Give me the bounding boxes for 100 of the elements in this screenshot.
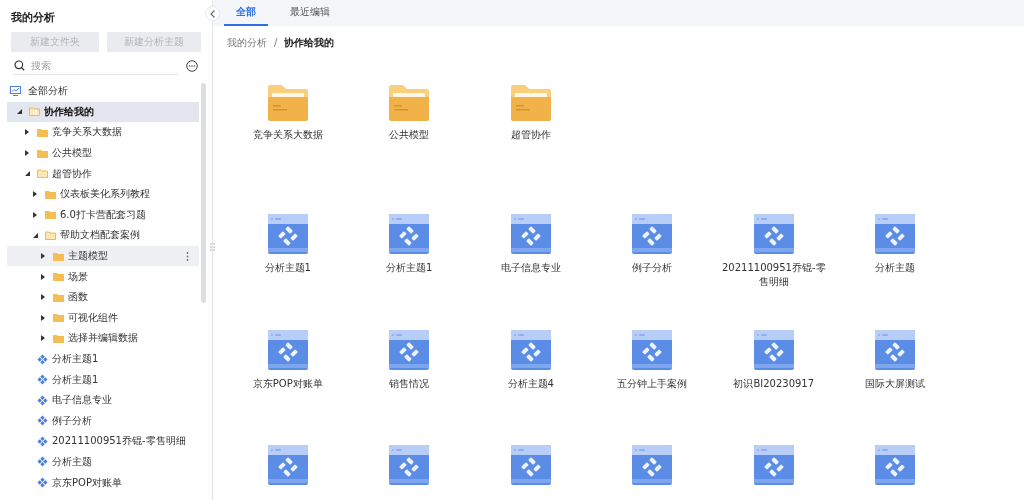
diamond-icon (37, 435, 48, 447)
folder-icon (53, 313, 64, 323)
tab[interactable]: 最近编辑 (278, 0, 342, 26)
diamond-icon (37, 456, 48, 468)
tree-item[interactable]: 例子分析 (7, 410, 199, 432)
dashboard-file-icon[interactable] (875, 329, 916, 370)
drag-handle-icon[interactable] (210, 243, 215, 251)
folder-name[interactable]: 竞争关系大数据 (252, 128, 323, 142)
folder-icon (37, 169, 48, 179)
tree-item[interactable]: 函数 (7, 286, 199, 308)
tree-item[interactable]: 电子信息专业 (7, 389, 199, 411)
dashboard-file-icon[interactable] (389, 445, 430, 485)
folder-icon[interactable] (267, 85, 308, 121)
breadcrumb-item[interactable]: 我的分析 (227, 36, 267, 50)
folder-icon (53, 333, 64, 343)
search-icon (14, 60, 25, 71)
tree-item[interactable]: 协作给我的 (7, 101, 199, 123)
collapse-arrow-icon[interactable] (33, 232, 38, 238)
dashboard-file-icon[interactable] (753, 214, 794, 254)
dashboard-file-icon[interactable] (267, 214, 308, 254)
collapse-arrow-icon[interactable] (25, 171, 30, 177)
analysis-name[interactable]: 电子信息专业 (500, 261, 561, 275)
folder-icon (53, 292, 64, 302)
analysis-name[interactable]: 五分钟上手案例 (617, 376, 688, 391)
analysis-name[interactable]: 分析主题 (875, 261, 916, 275)
tree-item[interactable]: 分析主题 (7, 451, 199, 473)
diamond-icon (37, 374, 48, 386)
folder-icon[interactable] (389, 85, 430, 121)
folder-icon (37, 148, 48, 158)
tree-item[interactable]: 可视化组件 (7, 307, 199, 329)
shared-folder-icon (29, 107, 40, 117)
dashboard-file-icon[interactable] (267, 445, 308, 485)
sidebar-title: 我的分析 (10, 10, 56, 26)
expand-arrow-icon[interactable] (41, 335, 45, 342)
tree-item[interactable]: 选择并编辑数据 (7, 328, 199, 349)
monitor-chart-icon (10, 86, 21, 97)
dashboard-file-icon[interactable] (510, 329, 551, 370)
tree-item[interactable]: 竞争关系大数据 (7, 122, 199, 143)
tree-item[interactable]: 6.0打卡营配套习题 (7, 204, 199, 226)
expand-arrow-icon[interactable] (41, 273, 45, 280)
dashboard-file-icon[interactable] (875, 445, 916, 485)
tree-item[interactable]: 分析主题1 (7, 348, 199, 370)
tree-item[interactable]: 20211100951乔锟-零售明细 (7, 431, 199, 452)
dashboard-file-icon[interactable] (875, 214, 916, 254)
analysis-name[interactable]: 国际大屏测试 (865, 376, 926, 391)
folder-icon (53, 272, 64, 282)
analysis-name[interactable]: 分析主题1 (386, 261, 433, 275)
dashboard-file-icon[interactable] (510, 445, 551, 485)
tree-item[interactable]: 分析主题1 (7, 369, 199, 390)
tree-item[interactable]: 仪表板美化系列教程 (7, 183, 199, 205)
more-icon[interactable] (186, 251, 189, 261)
dashboard-file-icon[interactable] (632, 329, 673, 370)
chevron-left-icon (210, 9, 215, 18)
folder-icon (53, 251, 64, 261)
dashboard-file-icon[interactable] (510, 214, 551, 254)
scrollbar[interactable] (201, 83, 206, 303)
expand-arrow-icon[interactable] (41, 294, 45, 301)
tree-item[interactable]: 公共模型 (7, 142, 199, 164)
tree-item[interactable]: 超管协作 (7, 163, 199, 184)
breadcrumb-separator: / (274, 36, 278, 50)
dashboard-file-icon[interactable] (267, 329, 308, 370)
expand-arrow-icon[interactable] (41, 253, 45, 260)
analysis-name[interactable]: 销售情况 (389, 376, 430, 391)
dashboard-file-icon[interactable] (389, 214, 430, 254)
folder-icon (37, 128, 48, 137)
folder-icon[interactable] (510, 85, 551, 121)
analysis-name[interactable]: 20211100951乔锟-零售明细 (721, 261, 826, 289)
diamond-icon (37, 415, 48, 427)
expand-arrow-icon[interactable] (33, 191, 37, 198)
collapse-arrow-icon[interactable] (17, 109, 22, 115)
expand-arrow-icon[interactable] (41, 314, 45, 321)
expand-arrow-icon[interactable] (25, 129, 29, 136)
tree-item[interactable]: 京东POP对账单 (7, 472, 199, 493)
analysis-name[interactable]: 京东POP对账单 (252, 376, 323, 391)
analysis-name[interactable]: 初识BI20230917 (733, 376, 815, 391)
analysis-name[interactable]: 分析主题1 (264, 261, 311, 275)
dashboard-file-icon[interactable] (632, 445, 673, 485)
expand-arrow-icon[interactable] (33, 211, 37, 218)
folder-icon (45, 210, 56, 220)
diamond-icon (37, 394, 48, 406)
tab[interactable]: 全部 (224, 0, 268, 26)
folder-name[interactable]: 公共模型 (389, 128, 430, 142)
breadcrumb-item: 协作给我的 (284, 36, 335, 50)
diamond-icon (37, 353, 48, 365)
tree-item[interactable]: 场景 (7, 266, 199, 287)
analysis-name[interactable]: 分析主题4 (507, 376, 554, 391)
folder-name[interactable]: 超管协作 (510, 128, 551, 142)
tree-item[interactable]: 帮助文档配套案例 (7, 225, 199, 246)
expand-arrow-icon[interactable] (25, 150, 29, 157)
dashboard-file-icon[interactable] (753, 445, 794, 485)
search-field[interactable]: 搜索 (13, 56, 178, 75)
dashboard-file-icon[interactable] (753, 329, 794, 370)
dashboard-file-icon[interactable] (632, 214, 673, 254)
tree-item[interactable]: 全部分析 (7, 81, 199, 102)
more-icon[interactable] (186, 59, 198, 72)
folder-icon (45, 230, 56, 240)
tree-item[interactable]: 主题模型 (7, 245, 199, 267)
analysis-name[interactable]: 例子分析 (632, 261, 673, 275)
dashboard-file-icon[interactable] (389, 329, 430, 370)
diamond-icon (37, 477, 48, 489)
